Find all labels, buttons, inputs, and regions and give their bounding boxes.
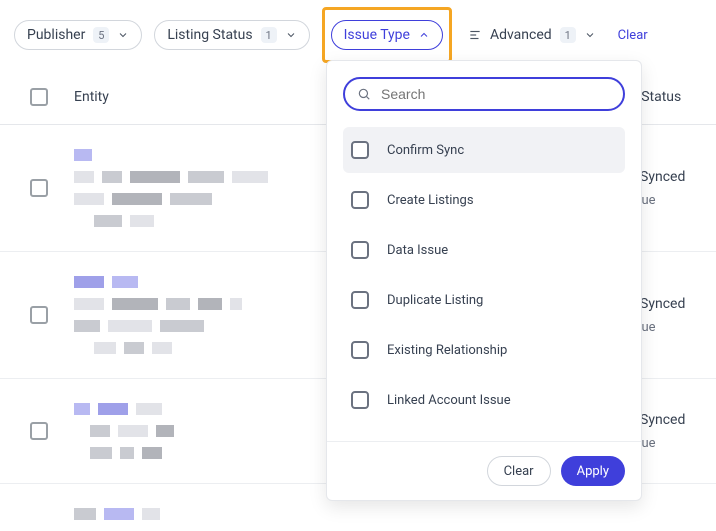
option-checkbox[interactable] [351, 291, 369, 309]
dropdown-option[interactable]: Data Issue [343, 227, 625, 273]
row-checkbox[interactable] [30, 179, 48, 197]
listing-status-filter-pill[interactable]: Listing Status 1 [154, 20, 309, 50]
option-label: Duplicate Listing [387, 293, 483, 308]
chevron-down-icon [584, 29, 596, 41]
dropdown-option[interactable]: Duplicate Listing [343, 277, 625, 323]
option-label: Data Issue [387, 243, 448, 258]
issue-type-highlight: Issue Type [322, 7, 452, 63]
publisher-filter-count: 5 [93, 27, 109, 43]
chevron-down-icon [117, 29, 129, 41]
row-checkbox[interactable] [30, 422, 48, 440]
option-checkbox[interactable] [351, 341, 369, 359]
dropdown-apply-button[interactable]: Apply [561, 456, 625, 486]
chevron-down-icon [285, 29, 297, 41]
search-icon [357, 87, 371, 101]
option-label: Create Listings [387, 193, 474, 208]
option-label: Linked Account Issue [387, 393, 511, 408]
dropdown-option[interactable]: Existing Relationship [343, 327, 625, 373]
issue-type-filter-pill[interactable]: Issue Type [331, 20, 443, 50]
option-checkbox[interactable] [351, 191, 369, 209]
entity-cell [74, 508, 686, 520]
listing-status-filter-count: 1 [261, 27, 277, 43]
publisher-filter-pill[interactable]: Publisher 5 [14, 20, 142, 50]
chevron-up-icon [418, 29, 430, 41]
sliders-icon [468, 28, 482, 42]
option-checkbox[interactable] [351, 391, 369, 409]
filter-bar: Publisher 5 Listing Status 1 Issue Type … [0, 0, 716, 50]
dropdown-option[interactable]: Confirm Sync [343, 127, 625, 173]
dropdown-clear-button[interactable]: Clear [487, 456, 551, 486]
dropdown-option[interactable]: Linked Account Issue [343, 377, 625, 423]
row-checkbox[interactable] [30, 306, 48, 324]
clear-filters-link[interactable]: Clear [618, 28, 648, 43]
option-checkbox[interactable] [351, 141, 369, 159]
listing-status-filter-label: Listing Status [167, 27, 252, 43]
advanced-filter-count: 1 [560, 27, 576, 43]
option-label: Existing Relationship [387, 343, 507, 358]
advanced-filter[interactable]: Advanced 1 [468, 27, 596, 43]
advanced-filter-label: Advanced [490, 27, 552, 43]
issue-type-dropdown: Confirm Sync Create Listings Data Issue Dup… [326, 60, 642, 501]
option-checkbox[interactable] [351, 241, 369, 259]
issue-type-filter-label: Issue Type [344, 27, 410, 43]
dropdown-option[interactable]: Create Listings [343, 177, 625, 223]
publisher-filter-label: Publisher [27, 27, 85, 43]
select-all-checkbox[interactable] [30, 88, 48, 106]
option-label: Confirm Sync [387, 143, 464, 158]
dropdown-search[interactable] [343, 77, 625, 111]
dropdown-search-input[interactable] [379, 85, 611, 103]
